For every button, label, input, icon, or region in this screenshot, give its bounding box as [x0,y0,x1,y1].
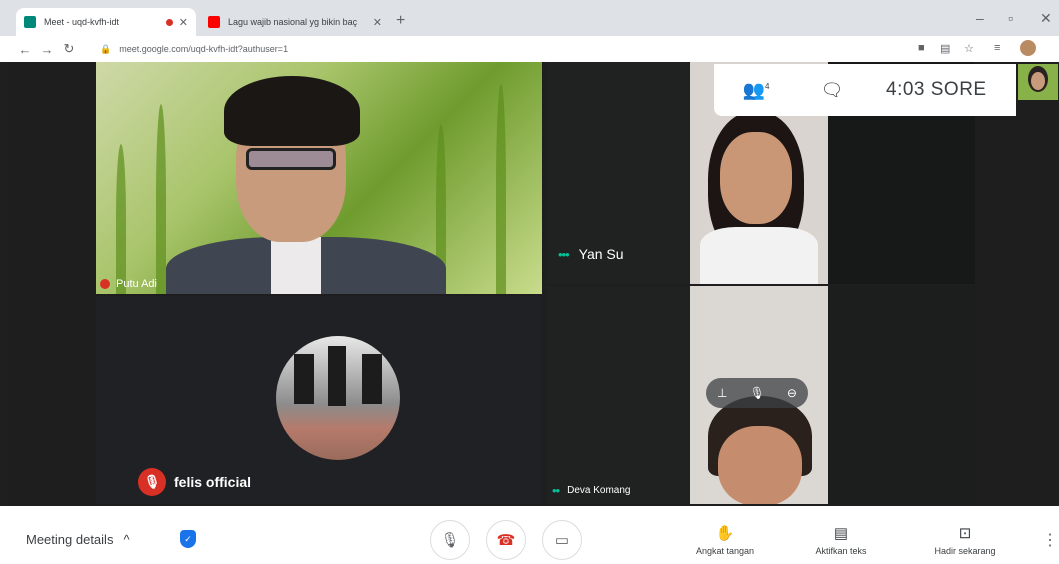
avatar [276,336,400,460]
bookmark-star-icon[interactable]: ☆ [964,42,974,55]
participant-video-face [718,426,802,504]
mic-off-icon: 🎙 [138,468,166,496]
background-grass [496,84,506,294]
microphone-icon: 🎙 [440,532,460,549]
address-bar-row: ← → ↻ 🔒 meet.google.com/uqd-kvfh-idt?aut… [0,36,1059,62]
security-shield-icon[interactable]: ✓ [180,530,196,548]
meeting-info-panel: 👥4 🗨 4:03 SORE [714,64,1016,116]
participant-video-hair [224,76,360,146]
participant-name-label: ••• Yan Su [558,246,624,262]
participant-video-glasses [246,148,336,170]
remove-participant-icon[interactable]: ⊖ [787,386,797,400]
camera-indicator-icon[interactable]: ■ [918,42,925,54]
url-text: meet.google.com/uqd-kvfh-idt?authuser=1 [119,44,289,54]
close-tab-icon[interactable]: ✕ [179,16,188,29]
new-tab-button[interactable]: + [396,12,405,30]
mic-off-icon [100,279,110,289]
meet-favicon-icon [24,16,36,28]
speaking-indicator-icon: •• [552,483,560,498]
present-button[interactable]: ⊡ Hadir sekarang [920,524,1010,556]
raise-hand-icon: ✋ [715,525,735,542]
recording-dot-icon [165,18,173,26]
people-icon[interactable]: 👥4 [736,80,776,101]
present-icon: ⊡ [958,525,972,542]
camera-icon: ▭ [554,532,570,549]
close-window-button[interactable]: ✕ [1040,10,1052,27]
participant-name: Yan Su [578,246,624,262]
browser-tab-bar: Meet - uqd-kvfh-idt ✕ Lagu wajib nasiona… [0,0,1059,36]
meeting-details-button[interactable]: Meeting details ^ [26,532,130,547]
tab-youtube[interactable]: Lagu wajib nasional yg bikin baç ✕ [200,8,390,36]
tile-controls: ⊥ 🎙 ⊖ [706,378,808,408]
tab-title: Meet - uqd-kvfh-idt [44,17,120,27]
tab-title: Lagu wajib nasional yg bikin baç [228,17,358,27]
translate-icon[interactable]: ▤ [940,42,950,55]
chat-icon[interactable]: 🗨 [812,80,852,101]
captions-label: Aktifkan teks [815,546,867,556]
participant-name-label: •• Deva Komang [552,483,630,498]
participant-name-label: 🎙 felis official [138,468,251,496]
raise-hand-label: Angkat tangan [695,546,755,556]
participant-name: Putu Adi [116,278,157,290]
captions-button[interactable]: ▤ Aktifkan teks [796,524,886,556]
speaking-indicator-icon: ••• [558,246,570,262]
chevron-up-icon: ^ [123,532,130,547]
hangup-icon: ☎ [496,532,516,549]
present-label: Hadir sekarang [934,546,996,556]
camera-button[interactable]: ▭ [542,520,582,560]
captions-icon: ▤ [833,525,849,542]
participant-video-shirt [271,237,321,294]
extensions-icon[interactable]: ≡ [994,42,1000,54]
background-grass [156,104,166,294]
youtube-favicon-icon [208,16,220,28]
self-view-thumbnail[interactable] [1018,64,1058,100]
participant-tile-yan-su[interactable]: ••• Yan Su [546,62,690,284]
close-tab-icon[interactable]: ✕ [373,16,382,29]
more-options-icon[interactable]: ⋮ [1042,530,1058,550]
tab-meet[interactable]: Meet - uqd-kvfh-idt ✕ [16,8,196,36]
participant-name: Deva Komang [567,485,631,496]
self-view-face [1031,72,1045,90]
participant-tile-deva-komang[interactable]: •• Deva Komang [546,286,690,504]
end-call-button[interactable]: ☎ [486,520,526,560]
reload-icon[interactable]: ↻ [58,41,80,57]
participant-tile-felis-official[interactable]: 🎙 felis official [96,296,542,504]
back-icon[interactable]: ← [14,42,36,57]
mute-participant-icon[interactable]: 🎙 [750,386,765,400]
clock-time: 4:03 SORE [886,79,987,100]
participant-name: felis official [174,474,252,490]
lock-icon: 🔒 [100,43,112,54]
participant-video-shirt [700,227,818,284]
profile-avatar[interactable] [1020,40,1036,56]
pin-icon[interactable]: ⊥ [717,386,727,400]
background-grass [116,144,126,294]
minimize-button[interactable]: – [976,10,984,26]
people-count: 4 [764,81,770,91]
maximize-button[interactable]: ▫ [1008,10,1013,26]
url-field[interactable]: 🔒 meet.google.com/uqd-kvfh-idt?authuser=… [100,40,900,58]
microphone-button[interactable]: 🎙 [430,520,470,560]
meet-control-bar: Meeting details ^ ✓ 🎙 ☎ ▭ ✋ Angkat tanga… [0,506,1059,564]
participant-tile-putu-adi[interactable]: Putu Adi [96,62,542,294]
participant-video-boy[interactable]: ⊥ 🎙 ⊖ [690,286,828,504]
participant-tile-empty [828,286,975,504]
meeting-details-label: Meeting details [26,532,114,547]
participant-name-label: Putu Adi [100,278,157,290]
forward-icon[interactable]: → [36,42,58,57]
raise-hand-button[interactable]: ✋ Angkat tangan [680,524,770,556]
participant-video-face [720,132,792,224]
